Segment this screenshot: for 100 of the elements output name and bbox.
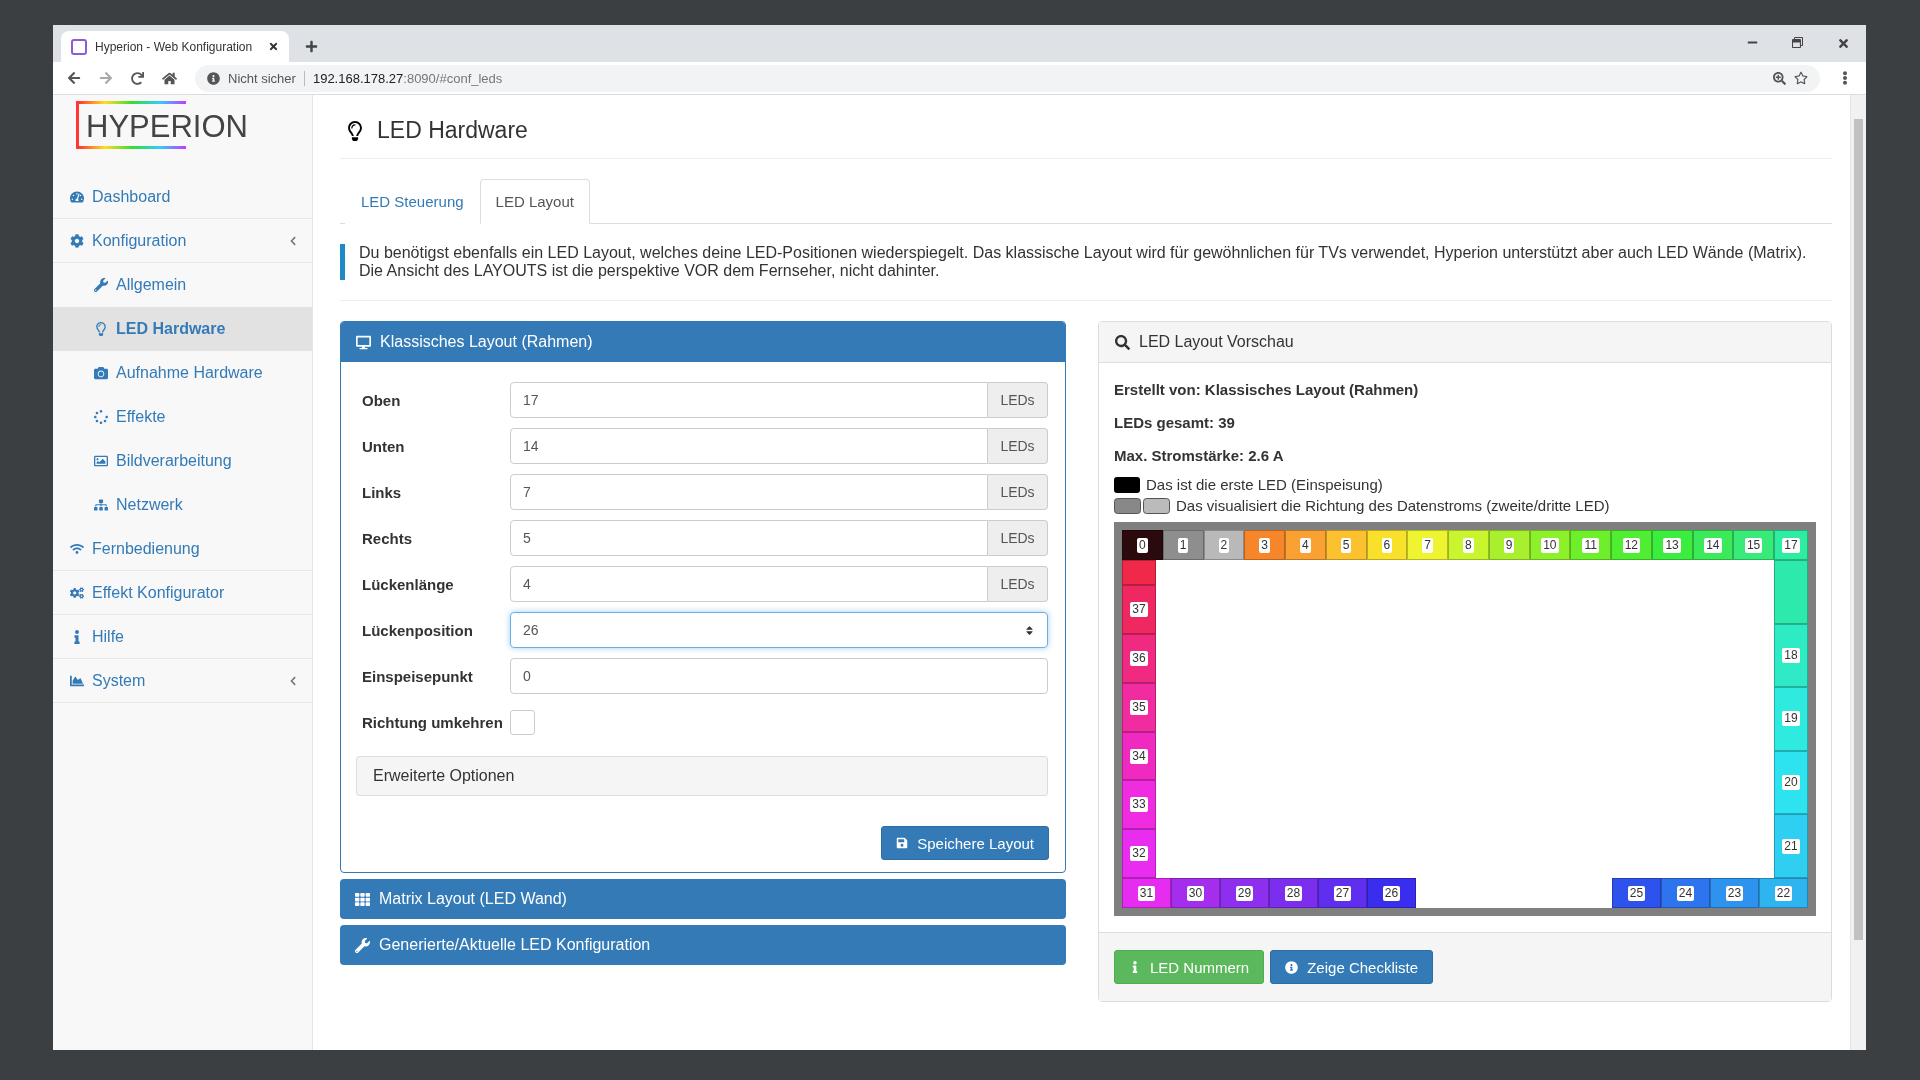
- led-numbers-button[interactable]: LED Nummern: [1114, 950, 1265, 984]
- led-number: 10: [1541, 537, 1559, 553]
- legend-swatch-icon: [1114, 476, 1140, 493]
- led-number: 30: [1186, 885, 1205, 901]
- led-number: 4: [1300, 537, 1311, 553]
- panel-header[interactable]: Generierte/Aktuelle LED Konfiguration: [340, 925, 1066, 965]
- field-label: Rechts: [361, 529, 414, 547]
- panel-icon: [355, 891, 370, 907]
- panel-header: LED Layout Vorschau: [1099, 322, 1831, 363]
- page-title: LED Hardware: [377, 117, 528, 144]
- led-number: 19: [1782, 711, 1800, 727]
- unit-label: LEDs: [988, 520, 1048, 556]
- led-number: 6: [1381, 537, 1393, 553]
- star-icon[interactable]: [1794, 71, 1808, 85]
- led-number: 35: [1130, 699, 1148, 715]
- legend-text: Das visualisiert die Richtung des Datenstroms (zweite/dritte LED): [1176, 497, 1610, 514]
- save-button[interactable]: Speichere Layout: [881, 826, 1049, 860]
- panel-icon: [356, 334, 371, 350]
- back-icon[interactable]: [67, 71, 81, 85]
- close-icon[interactable]: [268, 41, 279, 52]
- nav-icon: [70, 541, 84, 556]
- sidebar-item[interactable]: Hilfe: [53, 615, 312, 659]
- nav-icon: [70, 233, 84, 248]
- sort-arrows-icon: [1024, 624, 1035, 636]
- tab[interactable]: LED Layout: [479, 179, 590, 224]
- led-number: 14: [1704, 537, 1722, 553]
- unit-label: LEDs: [988, 474, 1048, 510]
- led-number: 25: [1627, 885, 1646, 901]
- search-icon: [1115, 334, 1130, 350]
- nav-icon: [94, 366, 108, 380]
- scrollbar[interactable]: [1850, 95, 1866, 1050]
- led-number: 18: [1782, 647, 1800, 663]
- led-number: 20: [1782, 775, 1800, 791]
- nav-icon: [70, 189, 84, 204]
- field-label: Lückenposition: [361, 621, 474, 639]
- led-number: 5: [1340, 537, 1352, 553]
- led-number: 11: [1582, 537, 1599, 553]
- led-number: 33: [1130, 797, 1148, 813]
- led-number: 23: [1725, 885, 1744, 901]
- led-number: 15: [1744, 537, 1763, 553]
- sidebar-item[interactable]: Dashboard: [53, 175, 312, 219]
- led-number: 17: [1782, 537, 1800, 553]
- save-icon: [896, 837, 909, 849]
- led-number: 8: [1463, 537, 1474, 553]
- address-bar[interactable]: Nicht sicher 192.168.178.27:8090/#conf_leds: [195, 64, 1820, 92]
- led-number: 28: [1284, 885, 1303, 901]
- led-number: 37: [1130, 602, 1148, 618]
- number-field[interactable]: 0: [510, 658, 1048, 694]
- nav-icon: [70, 673, 84, 688]
- browser-tab[interactable]: Hyperion - Web Konfiguration: [61, 31, 289, 62]
- led-number: 31: [1137, 885, 1156, 901]
- sidebar-item[interactable]: Effekte: [53, 395, 312, 439]
- led-number: 12: [1622, 537, 1641, 553]
- number-field[interactable]: 14: [510, 428, 988, 464]
- unit-label: LEDs: [988, 566, 1048, 602]
- number-field[interactable]: 17: [510, 382, 988, 418]
- restore-icon[interactable]: [1792, 37, 1803, 48]
- sidebar-item[interactable]: Effekt Konfigurator: [53, 571, 312, 615]
- number-field[interactable]: 4: [510, 566, 988, 602]
- new-tab-icon[interactable]: [305, 40, 318, 53]
- sidebar-item[interactable]: Netzwerk: [53, 483, 312, 527]
- nav-icon: [70, 585, 84, 600]
- sidebar-item[interactable]: System: [53, 659, 312, 703]
- led-number: 24: [1676, 885, 1695, 901]
- legend-swatch-icon: [1114, 497, 1170, 514]
- checklist-button[interactable]: Zeige Checkliste: [1270, 950, 1434, 984]
- led-number: 3: [1259, 537, 1270, 553]
- sidebar-item[interactable]: Fernbedienung: [53, 527, 312, 571]
- panel-icon: [355, 937, 370, 953]
- sidebar-item[interactable]: Aufnahme Hardware: [53, 351, 312, 395]
- number-field[interactable]: 7: [510, 474, 988, 510]
- panel-header[interactable]: Matrix Layout (LED Wand): [340, 879, 1066, 919]
- reload-icon[interactable]: [131, 71, 144, 85]
- nav-icon: [94, 498, 108, 512]
- unit-label: LEDs: [988, 382, 1048, 418]
- sidebar-item[interactable]: Bildverarbeitung: [53, 439, 312, 483]
- sidebar-item[interactable]: Allgemein: [53, 263, 312, 307]
- home-icon[interactable]: [162, 70, 177, 86]
- checkbox[interactable]: [510, 709, 535, 735]
- nav-icon: [94, 454, 108, 468]
- led-number: 0: [1137, 537, 1148, 553]
- favicon-icon: [71, 38, 87, 55]
- advanced-options[interactable]: Erweiterte Optionen: [356, 756, 1048, 796]
- number-field[interactable]: 5: [510, 520, 988, 556]
- select-field[interactable]: 26: [510, 612, 1048, 648]
- led-number: 7: [1422, 537, 1433, 553]
- sidebar-item[interactable]: Konfiguration: [53, 219, 312, 263]
- scrollbar-thumb[interactable]: [1854, 119, 1863, 941]
- panel-header[interactable]: Klassisches Layout (Rahmen): [341, 322, 1065, 362]
- close-icon[interactable]: [1837, 37, 1850, 50]
- lightbulb-icon: [345, 120, 365, 141]
- info-text: Du benötigst ebenfalls ein LED Layout, welches deine LED-Positionen wiederspiegelt. Das klassische Layout wird für gewöhnlichen für TVs verwendet, Hyperion unterstützt aber auch LED Wände (Matrix). Die Ansicht des LAYOUTS ist die perspektive VOR dem Fernseher, nicht dahinter.: [340, 244, 1832, 280]
- sidebar-item[interactable]: LED Hardware: [53, 307, 312, 351]
- info-line: LEDs gesamt: 39: [1114, 414, 1236, 431]
- led-number: 1: [1177, 537, 1189, 553]
- info-line: Erstellt von: Klassisches Layout (Rahmen): [1114, 381, 1420, 398]
- led-number: 9: [1503, 537, 1515, 553]
- info-icon: [1285, 960, 1299, 974]
- led-number: 34: [1130, 748, 1148, 764]
- zoom-icon[interactable]: [1773, 71, 1786, 85]
